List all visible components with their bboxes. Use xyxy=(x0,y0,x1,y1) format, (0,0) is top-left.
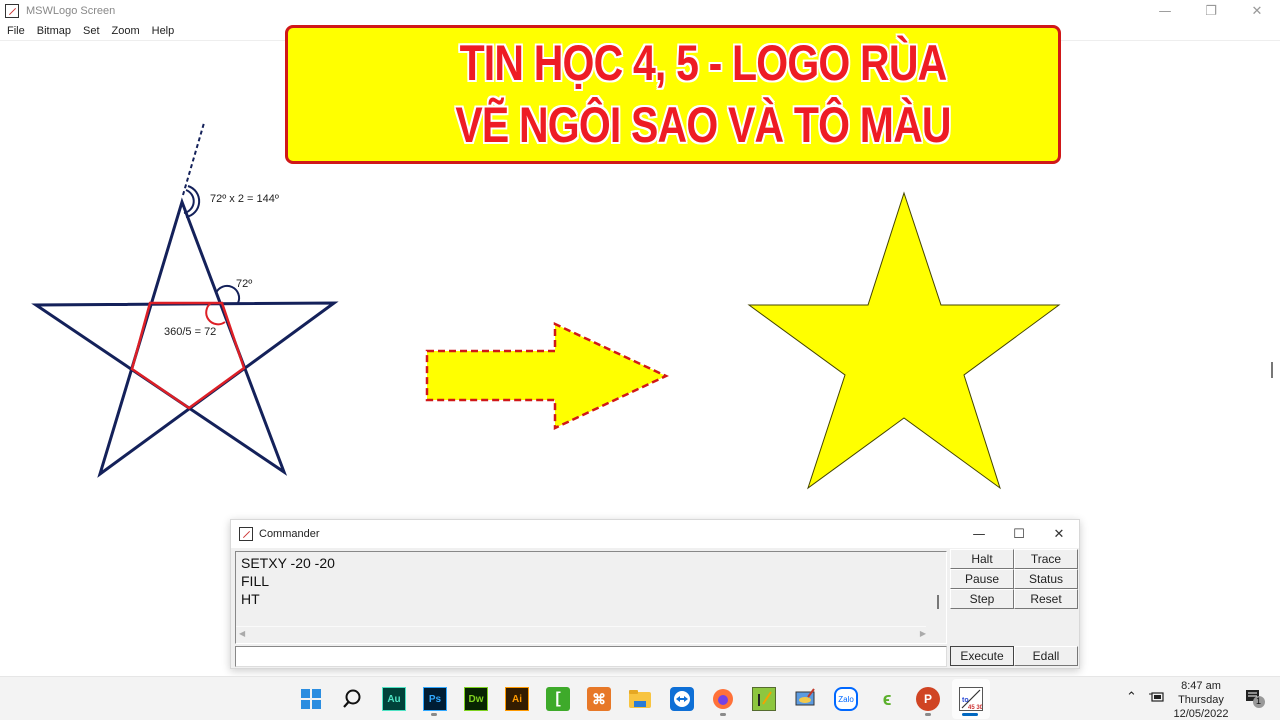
coccoc-icon[interactable]: ϵ xyxy=(875,687,899,711)
svg-text:45 30: 45 30 xyxy=(968,705,982,710)
paint-app-icon[interactable] xyxy=(793,687,817,711)
commander-close-button[interactable]: ✕ xyxy=(1039,520,1079,548)
banner-line-1: TIN HỌC 4, 5 - LOGO RÙA xyxy=(459,35,948,91)
history-line[interactable]: FILL xyxy=(241,572,941,590)
execute-button[interactable]: Execute xyxy=(950,646,1014,666)
outer-angle-label: 72º x 2 = 144º xyxy=(210,193,279,205)
clock[interactable]: 8:47 am Thursday 12/05/2022 xyxy=(1170,679,1232,721)
clock-time: 8:47 am xyxy=(1181,680,1221,692)
arrow-shape xyxy=(425,322,669,430)
xampp-icon[interactable]: ⌘ xyxy=(587,687,611,711)
commander-vertical-scrollbar-thumb[interactable] xyxy=(937,595,939,609)
filled-star xyxy=(747,191,1061,490)
mswlogo-active-indicator xyxy=(962,713,978,716)
history-line[interactable]: SETXY -20 -20 xyxy=(241,554,941,572)
clock-date: 12/05/2022 xyxy=(1173,708,1229,720)
commander-window: Commander — ☐ ✕ SETXY -20 -20 FILL HT ◀ … xyxy=(230,519,1080,669)
clock-day: Thursday xyxy=(1178,694,1224,706)
commander-title-bar: Commander — ☐ ✕ xyxy=(231,520,1079,548)
zalo-icon[interactable]: Zalo xyxy=(834,687,858,711)
windows-logo-icon xyxy=(301,689,321,709)
status-button[interactable]: Status xyxy=(1014,569,1078,589)
star-outline xyxy=(31,197,339,478)
notification-count: 1 xyxy=(1256,696,1262,706)
inner-pentagon xyxy=(130,301,246,410)
commander-maximize-button[interactable]: ☐ xyxy=(999,520,1039,548)
teamviewer-icon[interactable] xyxy=(670,687,694,711)
halt-button[interactable]: Halt xyxy=(950,549,1014,569)
notification-center-icon[interactable]: 1 xyxy=(1244,689,1266,712)
commander-title: Commander xyxy=(259,528,320,540)
command-input[interactable] xyxy=(235,646,947,667)
dreamweaver-icon[interactable]: Dw xyxy=(464,687,488,711)
commander-app-icon xyxy=(239,527,253,541)
show-hidden-icons-chevron-icon[interactable]: ⌃ xyxy=(1126,689,1137,705)
taskbar: Au Ps Dw Ai [ ⌘ Zalo ϵ P to 45 30 ⌃ 8:47 … xyxy=(0,676,1280,720)
commander-horizontal-scrollbar[interactable]: ◀ ▶ xyxy=(236,626,926,640)
search-icon xyxy=(343,689,361,708)
pause-button[interactable]: Pause xyxy=(950,569,1014,589)
powerpoint-icon[interactable]: P xyxy=(916,687,940,711)
exterior-angle-label: 72º xyxy=(236,278,252,290)
reset-button[interactable]: Reset xyxy=(1014,589,1078,609)
mswlogo-window: MSWLogo Screen — ❐ ✕ File Bitmap Set Zoo… xyxy=(0,0,1280,676)
mswlogo-taskbar-icon[interactable]: to 45 30 xyxy=(959,687,983,711)
notepad-plus-icon[interactable] xyxy=(752,687,776,711)
camtasia-icon[interactable]: [ xyxy=(546,687,570,711)
battery-icon[interactable] xyxy=(1148,690,1164,707)
illustrator-icon[interactable]: Ai xyxy=(505,687,529,711)
file-explorer-icon[interactable] xyxy=(628,687,652,711)
interior-angle-label: 360/5 = 72 xyxy=(164,326,216,338)
commander-window-controls: — ☐ ✕ xyxy=(959,520,1079,548)
dashed-extension-line xyxy=(182,122,205,196)
edall-button[interactable]: Edall xyxy=(1014,646,1078,666)
svg-text:to: to xyxy=(962,697,969,704)
history-line[interactable]: HT xyxy=(241,590,941,608)
title-banner: TIN HỌC 4, 5 - LOGO RÙA VẼ NGÔI SAO VÀ T… xyxy=(285,25,1061,164)
banner-line-2: VẼ NGÔI SAO VÀ TÔ MÀU xyxy=(455,97,951,153)
photoshop-running-indicator xyxy=(431,713,437,716)
commander-minimize-button[interactable]: — xyxy=(959,520,999,548)
trace-button[interactable]: Trace xyxy=(1014,549,1078,569)
step-button[interactable]: Step xyxy=(950,589,1014,609)
start-button[interactable] xyxy=(299,687,323,711)
powerpoint-running-indicator xyxy=(925,713,931,716)
audition-icon[interactable]: Au xyxy=(382,687,406,711)
scroll-left-icon[interactable]: ◀ xyxy=(239,629,245,638)
search-button[interactable] xyxy=(340,687,364,711)
photoshop-icon[interactable]: Ps xyxy=(423,687,447,711)
firefox-running-indicator xyxy=(720,713,726,716)
scroll-right-icon[interactable]: ▶ xyxy=(920,629,926,638)
firefox-icon[interactable] xyxy=(711,687,735,711)
